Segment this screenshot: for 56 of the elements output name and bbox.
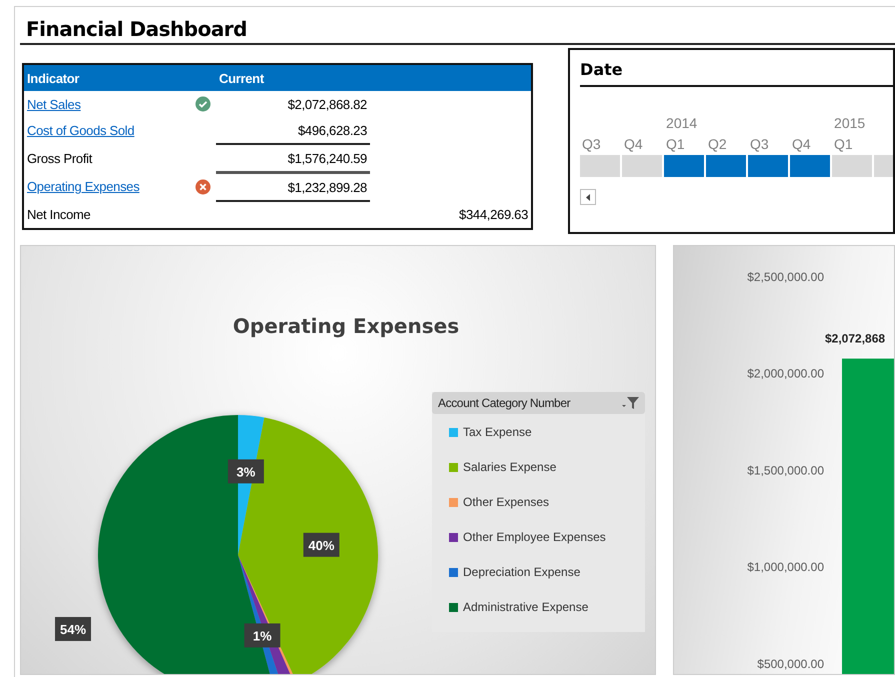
data-label: 40% <box>308 538 335 553</box>
legend-label: Depreciation Expense <box>463 565 580 579</box>
table-cell: $1,232,899.28 <box>288 180 367 194</box>
indicator-link[interactable]: Operating Expenses <box>27 179 140 194</box>
axis-tick-label: $2,000,000.00 <box>747 366 824 381</box>
quarter-label: Q3 <box>749 135 769 154</box>
legend-label: Administrative Expense <box>463 600 588 614</box>
quarter-label: Q1 <box>833 135 853 154</box>
scroll-left-button[interactable] <box>580 189 596 205</box>
legend-title: Account Category Number <box>438 396 570 410</box>
timeline-tile[interactable] <box>580 155 620 177</box>
chart-title: Operating Expenses <box>232 314 460 338</box>
table-cell: $1,576,240.59 <box>288 150 367 166</box>
dashboard-title: Financial Dashboard <box>25 16 247 43</box>
column-header: Current <box>216 64 370 91</box>
quarter-label: Q2 <box>707 135 727 154</box>
data-label: 1% <box>244 623 280 648</box>
slicer-title: Date <box>580 60 623 79</box>
legend-label: Other Expenses <box>463 495 550 509</box>
filter-icon <box>621 396 639 410</box>
legend-label: Other Employee Expenses <box>463 530 606 544</box>
indicator-label: Gross Profit <box>27 150 92 166</box>
timeline-tile[interactable] <box>748 155 788 177</box>
indicator-link[interactable]: Net Sales <box>27 96 81 112</box>
data-label: 40% <box>303 532 340 557</box>
year-label: 2015 <box>833 114 866 133</box>
quarter-label: Q4 <box>791 135 811 154</box>
axis-tick-label: $1,500,000.00 <box>747 463 824 478</box>
timeline-tile[interactable] <box>706 155 746 177</box>
axis-tick-label: $1,000,000.00 <box>747 560 824 574</box>
data-label: 54% <box>60 622 86 637</box>
table-cell: $496,628.23 <box>298 122 367 138</box>
left-triangle-icon <box>586 194 590 200</box>
column-header: Indicator <box>23 64 190 91</box>
data-label: 1% <box>252 628 272 644</box>
timeline-tile[interactable] <box>832 155 872 177</box>
year-label: 2014 <box>665 114 698 133</box>
data-label: 3% <box>228 459 264 484</box>
table-cell: $344,269.63 <box>459 207 528 222</box>
timeline-tile[interactable] <box>622 155 662 177</box>
timeline-tile[interactable] <box>790 155 830 177</box>
axis-tick-label: $500,000.00 <box>757 656 824 671</box>
quarter-label: Q4 <box>623 135 643 154</box>
indicator-label: Net Income <box>27 207 90 222</box>
table-cell: $2,072,868.82 <box>288 96 367 112</box>
data-label: $2,072,868 <box>825 332 886 346</box>
data-label: 54% <box>55 617 91 641</box>
axis-tick-label: $2,500,000.00 <box>747 270 824 284</box>
data-label: 3% <box>236 464 256 480</box>
legend-header[interactable]: Account Category Number <box>432 392 645 414</box>
timeline-tile[interactable] <box>664 155 704 177</box>
legend-label: Tax Expense <box>463 425 532 439</box>
quarter-label: Q3 <box>581 135 601 154</box>
legend-label: Salaries Expense <box>463 460 556 474</box>
indicator-link[interactable]: Cost of Goods Sold <box>27 123 134 138</box>
quarter-label: Q1 <box>665 135 685 154</box>
